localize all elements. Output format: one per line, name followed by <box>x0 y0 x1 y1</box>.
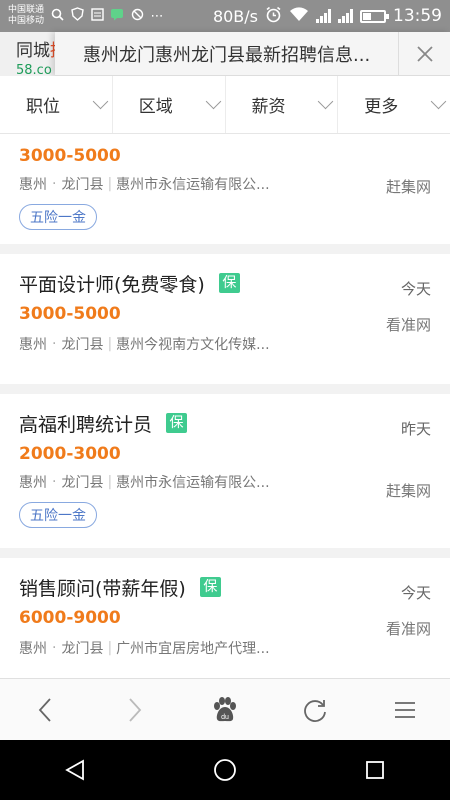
job-date: 今天 <box>400 584 431 602</box>
search-icon <box>50 8 64 25</box>
filter-label: 更多 <box>364 97 399 117</box>
network-speed: 80B/s <box>212 6 258 26</box>
job-district: 龙门县 <box>61 337 104 353</box>
menu-icon <box>395 701 415 718</box>
job-card[interactable]: 销售顾问(带薪年假) 保 今天 6000-9000 看准网 惠州 · 龙门县 | 广州市… <box>0 558 450 678</box>
filter-label: 区域 <box>138 97 173 117</box>
clock: 13:59 <box>393 6 442 26</box>
job-date: 今天 <box>400 280 431 298</box>
alarm-icon <box>265 6 282 27</box>
more-notifications-icon: ⋯ <box>150 8 164 24</box>
filter-area[interactable]: 区域 <box>113 76 226 133</box>
android-back-icon <box>65 759 84 781</box>
job-card[interactable]: 平面设计师(免费零食) 保 今天 3000-5000 看准网 惠州 · 龙门县 | 惠州… <box>0 254 450 394</box>
job-district: 龙门县 <box>61 475 104 491</box>
job-meta: 惠州 · 龙门县 | 广州市宜居房地产代理... <box>19 640 270 657</box>
carrier-1: 中国联通 <box>8 5 45 15</box>
chevron-down-icon <box>92 93 109 110</box>
forward-icon <box>129 697 142 722</box>
job-source: 看准网 <box>385 316 431 334</box>
carrier-labels: 中国联通 中国移动 <box>8 5 44 27</box>
back-icon <box>38 697 51 722</box>
android-home-icon <box>214 759 236 781</box>
job-meta: 惠州 · 龙门县 | 惠州市永信运输有限公... <box>19 176 270 193</box>
filter-salary[interactable]: 薪资 <box>226 76 339 133</box>
refresh-icon <box>304 699 326 722</box>
job-title-row: 销售顾问(带薪年假) 保 <box>19 574 431 600</box>
baidu-paw-icon: du <box>214 696 236 721</box>
job-company: 惠州今视南方文化传媒... <box>116 337 270 353</box>
status-bar: 中国联通 中国移动 ⋯ 80B/s 13:59 <box>0 0 450 32</box>
battery-icon <box>360 9 389 23</box>
guarantee-badge: 保 <box>218 273 240 293</box>
chevron-down-icon <box>317 93 334 110</box>
wechat-icon <box>110 8 124 25</box>
svg-text:du: du <box>221 714 229 721</box>
android-recents-icon <box>366 761 384 779</box>
signal-1-icon <box>316 9 331 23</box>
filter-label: 薪资 <box>251 97 286 117</box>
job-card[interactable]: 3000-5000 惠州 · 龙门县 | 惠州市永信运输有限公... 赶集网 五险一金 <box>0 134 450 254</box>
job-meta: 惠州 · 龙门县 | 惠州今视南方文化传媒... <box>19 336 270 353</box>
job-title: 销售顾问(带薪年假) <box>19 577 186 600</box>
job-district: 龙门县 <box>61 641 104 657</box>
job-city: 惠州 <box>19 475 47 491</box>
guarantee-badge: 保 <box>166 413 188 433</box>
signal-2-icon <box>338 9 353 23</box>
job-title-row: 平面设计师(免费零食) 保 <box>19 270 431 296</box>
job-salary: 3000-5000 <box>19 304 121 324</box>
chevron-down-icon <box>205 93 221 110</box>
carrier-2: 中国移动 <box>8 16 45 26</box>
close-button[interactable] <box>398 31 450 76</box>
chevron-down-icon <box>430 93 447 110</box>
close-icon <box>416 45 433 62</box>
job-salary: 2000-3000 <box>19 444 121 464</box>
news-app-icon <box>90 7 104 25</box>
job-date: 昨天 <box>400 420 431 438</box>
baidu-home-button[interactable]: du <box>180 679 270 740</box>
page-header: 惠州龙门惠州龙门县最新招聘信息... <box>55 31 450 76</box>
job-meta: 惠州 · 龙门县 | 惠州市永信运输有限公... <box>19 474 270 491</box>
menu-button[interactable] <box>360 679 450 740</box>
block-icon <box>130 8 144 25</box>
system-recents-button[interactable] <box>300 740 450 800</box>
job-source: 赶集网 <box>385 178 431 196</box>
refresh-button[interactable] <box>270 679 360 740</box>
job-company: 惠州市永信运输有限公... <box>116 475 270 491</box>
job-salary: 3000-5000 <box>19 146 121 166</box>
job-card[interactable]: 高福利聘统计员 保 昨天 2000-3000 惠州 · 龙门县 | 惠州市永信运输有限公… <box>0 394 450 558</box>
filter-bar: 职位 区域 薪资 更多 <box>0 76 450 134</box>
wifi-icon <box>289 6 309 26</box>
benefit-tag: 五险一金 <box>19 204 97 230</box>
forward-button[interactable] <box>90 679 180 740</box>
filter-more[interactable]: 更多 <box>338 76 450 133</box>
page-title: 惠州龙门惠州龙门县最新招聘信息... <box>83 44 371 66</box>
bg-title-prefix: 同城 <box>16 41 50 61</box>
status-right: 80B/s 13:59 <box>213 6 442 27</box>
guarantee-badge: 保 <box>199 577 221 597</box>
filter-label: 职位 <box>26 97 60 117</box>
job-title: 平面设计师(免费零食) <box>19 273 205 296</box>
job-source: 看准网 <box>385 620 431 638</box>
benefit-tag: 五险一金 <box>19 502 97 528</box>
browser-toolbar: du <box>0 678 450 740</box>
job-city: 惠州 <box>19 177 47 193</box>
back-button[interactable] <box>0 679 90 740</box>
job-title: 高福利聘统计员 <box>19 413 153 436</box>
filter-position[interactable]: 职位 <box>0 76 113 133</box>
system-navigation-bar <box>0 740 450 800</box>
notification-icons: ⋯ <box>50 7 164 25</box>
job-city: 惠州 <box>19 337 47 353</box>
system-back-button[interactable] <box>0 740 150 800</box>
system-home-button[interactable] <box>150 740 300 800</box>
job-city: 惠州 <box>19 641 47 657</box>
job-list: 3000-5000 惠州 · 龙门县 | 惠州市永信运输有限公... 赶集网 五险一金 … <box>0 134 450 678</box>
job-district: 龙门县 <box>61 177 104 193</box>
job-company: 广州市宜居房地产代理... <box>116 641 270 657</box>
shield-icon <box>70 7 84 25</box>
job-salary: 6000-9000 <box>19 608 121 628</box>
job-company: 惠州市永信运输有限公... <box>116 177 270 193</box>
job-source: 赶集网 <box>385 482 431 500</box>
job-title-row: 高福利聘统计员 保 <box>19 410 431 436</box>
